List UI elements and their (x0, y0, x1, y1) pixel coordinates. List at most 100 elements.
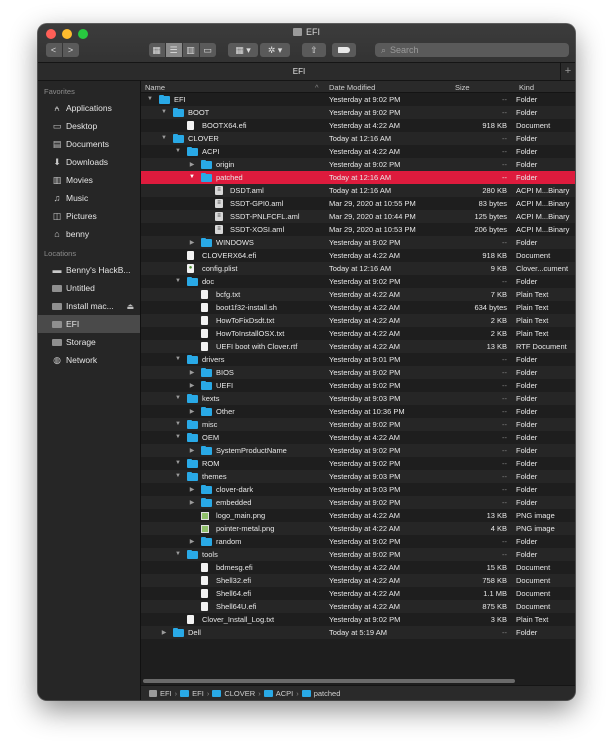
disclosure-open-icon[interactable]: ▼ (147, 96, 153, 102)
column-date-modified[interactable]: Date Modified (329, 83, 375, 92)
table-row[interactable]: ▶ origin Yesterday at 9:02 PM -- Folder (141, 158, 575, 171)
table-row[interactable]: BOOTX64.efi Yesterday at 4:22 AM 918 KB Doc… (141, 119, 575, 132)
column-name[interactable]: Name (145, 83, 165, 92)
table-row[interactable]: bdmesg.efi Yesterday at 4:22 AM 15 KB Docum… (141, 561, 575, 574)
table-row[interactable]: UEFI boot with Clover.rtf Yesterday at 4:… (141, 340, 575, 353)
sidebar-item-applications[interactable]: ⍲ Applications (38, 99, 140, 117)
disclosure-open-icon[interactable]: ▼ (161, 109, 167, 115)
disclosure-closed-icon[interactable]: ▶ (189, 447, 195, 454)
disclosure-open-icon[interactable]: ▼ (175, 278, 181, 284)
disclosure-closed-icon[interactable]: ▶ (189, 538, 195, 545)
table-row[interactable]: ≡ SSDT-GPI0.aml Mar 29, 2020 at 10:55 PM 83… (141, 197, 575, 210)
table-row[interactable]: ▶ WINDOWS Yesterday at 9:02 PM -- Folder (141, 236, 575, 249)
table-row[interactable]: boot1f32-install.sh Yesterday at 4:22 AM 6… (141, 301, 575, 314)
sidebar-item-documents[interactable]: ▤ Documents (38, 135, 140, 153)
sidebar-item-untitled[interactable]: Untitled (38, 279, 140, 297)
disclosure-closed-icon[interactable]: ▶ (189, 161, 195, 168)
disclosure-closed-icon[interactable]: ▶ (189, 382, 195, 389)
table-row[interactable]: ≡ SSDT-XOSI.aml Mar 29, 2020 at 10:53 PM 20… (141, 223, 575, 236)
eject-icon[interactable]: ⏏ (126, 302, 134, 311)
table-row[interactable]: logo_main.png Yesterday at 4:22 AM 13 KB PN… (141, 509, 575, 522)
disclosure-closed-icon[interactable]: ▶ (161, 629, 167, 636)
table-row[interactable]: ▼ kexts Yesterday at 9:03 PM -- Folder (141, 392, 575, 405)
disclosure-open-icon[interactable]: ▼ (161, 135, 167, 141)
sidebar-item-network[interactable]: ◍ Network (38, 351, 140, 369)
disclosure-open-icon[interactable]: ▼ (175, 551, 181, 557)
action-button[interactable]: ✲ ▾ (260, 43, 290, 57)
table-row[interactable]: ▼ EFI Yesterday at 9:02 PM -- Folder (141, 93, 575, 106)
disclosure-open-icon[interactable]: ▼ (189, 174, 195, 180)
sidebar-item-benny-s-hackb[interactable]: ▬ Benny's HackB... (38, 261, 140, 279)
table-row[interactable]: Shell64.efi Yesterday at 4:22 AM 1.1 MB Doc… (141, 587, 575, 600)
disclosure-closed-icon[interactable]: ▶ (189, 408, 195, 415)
disclosure-open-icon[interactable]: ▼ (175, 148, 181, 154)
gallery-view-button[interactable]: ▭ (199, 43, 216, 57)
table-row[interactable]: ▶ random Yesterday at 9:02 PM -- Folder (141, 535, 575, 548)
table-row[interactable]: ▶ SystemProductName Yesterday at 9:02 PM --… (141, 444, 575, 457)
table-row[interactable]: ▶ UEFI Yesterday at 9:02 PM -- Folder (141, 379, 575, 392)
table-row[interactable]: Shell64U.efi Yesterday at 4:22 AM 875 KB Do… (141, 600, 575, 613)
table-row[interactable]: Clover_Install_Log.txt Yesterday at 9:02 … (141, 613, 575, 626)
table-row[interactable]: ▼ drivers Yesterday at 9:01 PM -- Folder (141, 353, 575, 366)
path-item[interactable]: ACPI (276, 689, 294, 698)
list-view-button[interactable]: ☰ (165, 43, 182, 57)
table-row[interactable]: ▼ patched Today at 12:16 AM -- Folder (141, 171, 575, 184)
table-row[interactable]: ▼ OEM Yesterday at 4:22 AM -- Folder (141, 431, 575, 444)
table-row[interactable]: ▶ BIOS Yesterday at 9:02 PM -- Folder (141, 366, 575, 379)
disclosure-open-icon[interactable]: ▼ (175, 356, 181, 362)
disclosure-closed-icon[interactable]: ▶ (189, 499, 195, 506)
scrollbar-thumb[interactable] (143, 679, 515, 683)
column-kind[interactable]: Kind (519, 83, 534, 92)
table-row[interactable]: ≡ SSDT-PNLFCFL.aml Mar 29, 2020 at 10:44 P… (141, 210, 575, 223)
path-item[interactable]: EFI (160, 689, 172, 698)
column-view-button[interactable]: ▥ (182, 43, 199, 57)
sidebar-item-efi[interactable]: EFI (38, 315, 140, 333)
table-row[interactable]: ▼ themes Yesterday at 9:03 PM -- Folder (141, 470, 575, 483)
table-row[interactable]: Shell32.efi Yesterday at 4:22 AM 758 KB Doc… (141, 574, 575, 587)
path-item[interactable]: EFI (192, 689, 204, 698)
table-row[interactable]: ▼ ACPI Yesterday at 4:22 AM -- Folder (141, 145, 575, 158)
forward-button[interactable]: > (62, 43, 79, 57)
new-tab-button[interactable]: + (560, 63, 575, 80)
table-row[interactable]: ▼ tools Yesterday at 9:02 PM -- Folder (141, 548, 575, 561)
back-button[interactable]: < (45, 43, 62, 57)
horizontal-scrollbar[interactable] (141, 677, 575, 685)
icon-view-button[interactable]: ▦ (148, 43, 165, 57)
sidebar-item-install-mac[interactable]: Install mac... ⏏ (38, 297, 140, 315)
table-row[interactable]: ▶ embedded Yesterday at 9:02 PM -- Folder (141, 496, 575, 509)
table-row[interactable]: pointer-metal.png Yesterday at 4:22 AM 4 K… (141, 522, 575, 535)
table-row[interactable]: HowToFixDsdt.txt Yesterday at 4:22 AM 2 KB… (141, 314, 575, 327)
table-row[interactable]: ≡ DSDT.aml Today at 12:16 AM 280 KB ACPI M..… (141, 184, 575, 197)
disclosure-closed-icon[interactable]: ▶ (189, 239, 195, 246)
sidebar-item-movies[interactable]: ▥ Movies (38, 171, 140, 189)
table-row[interactable]: CLOVERX64.efi Yesterday at 4:22 AM 918 KB D… (141, 249, 575, 262)
disclosure-open-icon[interactable]: ▼ (175, 473, 181, 479)
table-row[interactable]: ▶ clover-dark Yesterday at 9:03 PM -- Folder (141, 483, 575, 496)
disclosure-open-icon[interactable]: ▼ (175, 395, 181, 401)
sidebar-item-storage[interactable]: Storage (38, 333, 140, 351)
table-row[interactable]: ▼ CLOVER Today at 12:16 AM -- Folder (141, 132, 575, 145)
table-row[interactable]: ● config.plist Today at 12:16 AM 9 KB Clover… (141, 262, 575, 275)
tags-button[interactable] (332, 43, 356, 57)
disclosure-open-icon[interactable]: ▼ (175, 434, 181, 440)
disclosure-open-icon[interactable]: ▼ (175, 421, 181, 427)
column-size[interactable]: Size (455, 83, 470, 92)
sidebar-item-benny[interactable]: ⌂ benny (38, 225, 140, 243)
sidebar-item-music[interactable]: ♫ Music (38, 189, 140, 207)
table-row[interactable]: HowToInstallOSX.txt Yesterday at 4:22 AM 2… (141, 327, 575, 340)
group-button[interactable]: ▦ ▾ (228, 43, 258, 57)
share-button[interactable]: ⇧ (302, 43, 326, 57)
search-field[interactable]: ⌕ Search (375, 43, 569, 57)
table-row[interactable]: bcfg.txt Yesterday at 4:22 AM 7 KB Plain Te… (141, 288, 575, 301)
table-row[interactable]: ▶ Dell Today at 5:19 AM -- Folder (141, 626, 575, 639)
table-row[interactable]: ▼ BOOT Yesterday at 9:02 PM -- Folder (141, 106, 575, 119)
disclosure-open-icon[interactable]: ▼ (175, 460, 181, 466)
table-row[interactable]: ▼ misc Yesterday at 9:02 PM -- Folder (141, 418, 575, 431)
disclosure-closed-icon[interactable]: ▶ (189, 369, 195, 376)
table-row[interactable]: ▼ ROM Yesterday at 9:02 PM -- Folder (141, 457, 575, 470)
sidebar-item-downloads[interactable]: ⬇ Downloads (38, 153, 140, 171)
table-row[interactable]: ▶ Other Yesterday at 10:36 PM -- Folder (141, 405, 575, 418)
tab-efi[interactable]: EFI (38, 67, 560, 76)
table-row[interactable]: ▼ doc Yesterday at 9:02 PM -- Folder (141, 275, 575, 288)
disclosure-closed-icon[interactable]: ▶ (189, 486, 195, 493)
